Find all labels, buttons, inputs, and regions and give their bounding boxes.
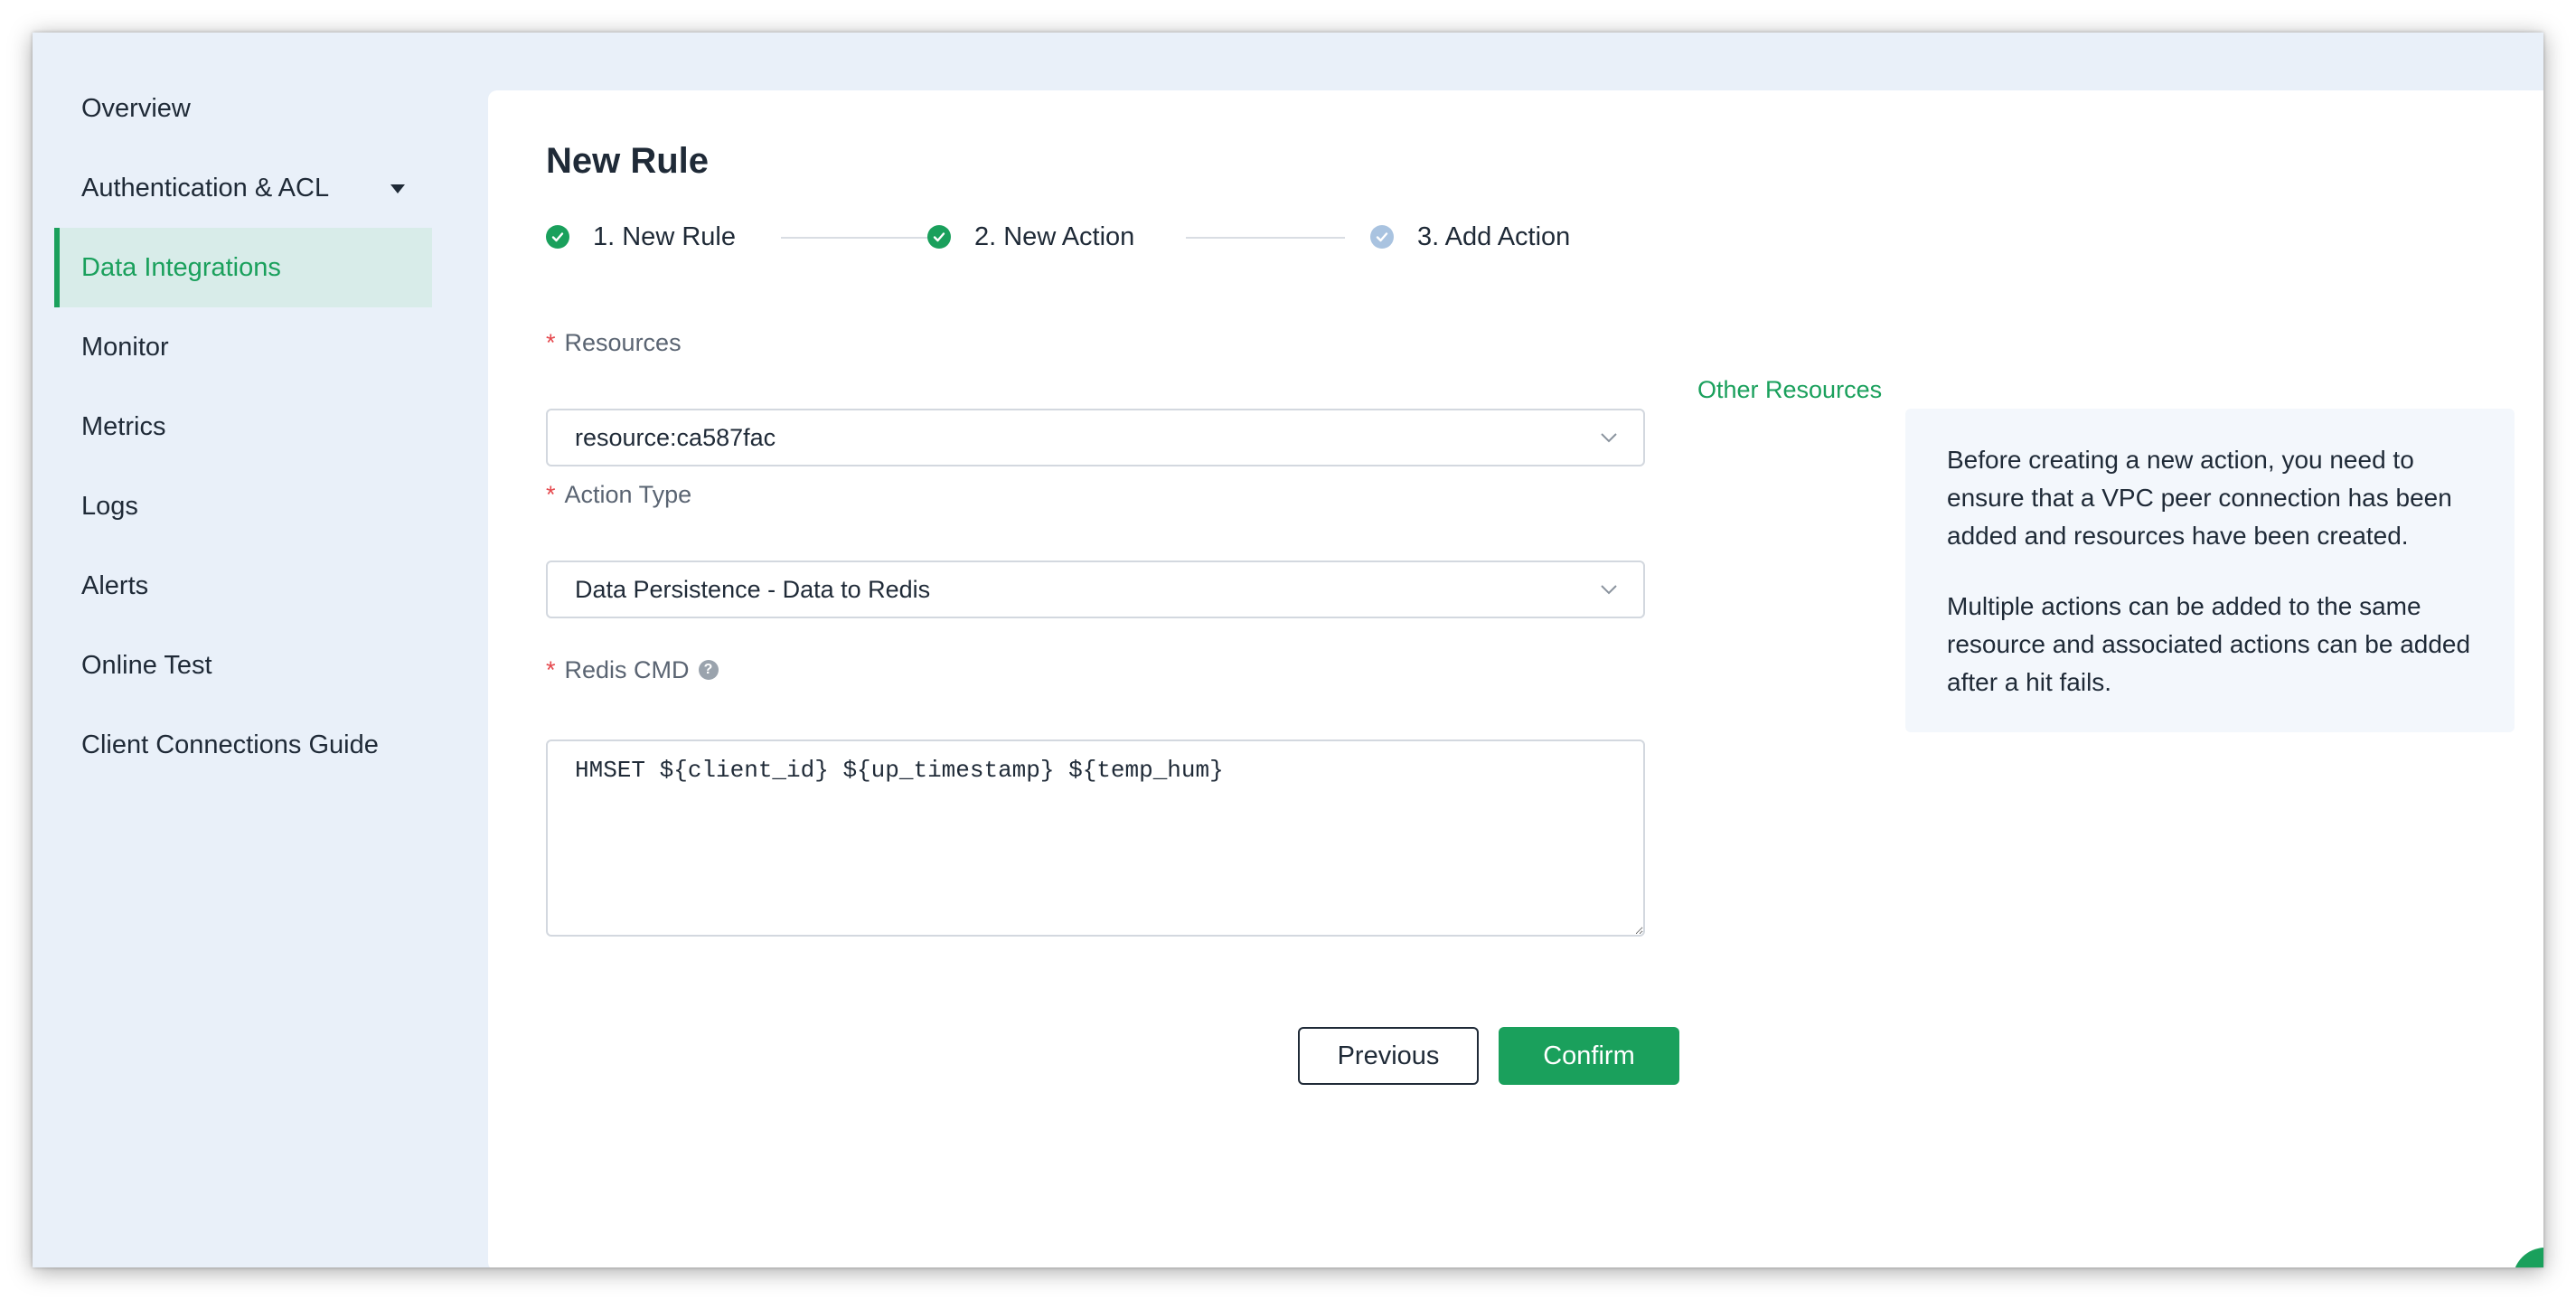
- sidebar-item-label: Online Test: [81, 650, 212, 680]
- sidebar-item-label: Monitor: [81, 332, 169, 362]
- other-resources-link[interactable]: Other Resources: [1697, 376, 1882, 404]
- step-new-action: 2. New Action: [927, 219, 1134, 255]
- sidebar: Overview Authentication & ACL Data Integ…: [33, 33, 457, 1267]
- sidebar-item-data-integrations[interactable]: Data Integrations: [54, 228, 432, 307]
- sidebar-item-label: Client Connections Guide: [81, 730, 379, 759]
- sidebar-item-overview[interactable]: Overview: [54, 69, 432, 148]
- info-box: Before creating a new action, you need t…: [1905, 409, 2515, 732]
- app-window: Overview Authentication & ACL Data Integ…: [33, 33, 2543, 1267]
- info-paragraph: Before creating a new action, you need t…: [1947, 446, 2452, 550]
- sidebar-item-label: Alerts: [81, 570, 149, 600]
- redis-cmd-input[interactable]: HMSET ${client_id} ${up_timestamp} ${tem…: [546, 739, 1645, 937]
- resources-label: * Resources: [546, 329, 682, 356]
- step-label: 1. New Rule: [593, 221, 736, 251]
- sidebar-item-label: Data Integrations: [81, 252, 281, 282]
- sidebar-item-label: Logs: [81, 491, 138, 521]
- caret-down-icon[interactable]: [390, 184, 405, 193]
- resources-value: resource:ca587fac: [575, 423, 776, 451]
- step-connector: [1186, 237, 1345, 239]
- sidebar-item-logs[interactable]: Logs: [54, 466, 432, 546]
- sidebar-item-online-test[interactable]: Online Test: [54, 626, 432, 705]
- required-marker: *: [546, 329, 556, 356]
- sidebar-item-label: Overview: [81, 93, 191, 123]
- action-type-label: * Action Type: [546, 481, 692, 508]
- chevron-down-icon: [1601, 433, 1617, 443]
- sidebar-item-alerts[interactable]: Alerts: [54, 546, 432, 626]
- resources-select[interactable]: resource:ca587fac: [546, 409, 1645, 466]
- sidebar-item-metrics[interactable]: Metrics: [54, 387, 432, 466]
- check-circle-icon: [927, 225, 951, 249]
- sidebar-item-monitor[interactable]: Monitor: [54, 307, 432, 387]
- action-type-select[interactable]: Data Persistence - Data to Redis: [546, 561, 1645, 618]
- check-circle-icon: [1370, 225, 1394, 249]
- step-connector: [781, 237, 940, 239]
- check-circle-icon: [546, 225, 569, 249]
- step-add-action: 3. Add Action: [1370, 219, 1570, 255]
- required-marker: *: [546, 656, 556, 683]
- sidebar-item-label: Authentication & ACL: [81, 173, 330, 203]
- step-label: 2. New Action: [974, 221, 1135, 251]
- question-circle-icon[interactable]: ?: [698, 659, 719, 680]
- chevron-down-icon: [1601, 585, 1617, 595]
- main-card: New Rule 1. New Rule 2. New Action 3. Ad…: [488, 90, 2543, 1267]
- redis-cmd-label: * Redis CMD?: [546, 656, 719, 684]
- step-label: 3. Add Action: [1417, 221, 1571, 251]
- sidebar-item-client-connections-guide[interactable]: Client Connections Guide: [54, 705, 432, 785]
- page-title: New Rule: [546, 141, 710, 181]
- sidebar-item-label: Metrics: [81, 411, 166, 441]
- step-new-rule: 1. New Rule: [546, 219, 736, 255]
- previous-button[interactable]: Previous: [1298, 1027, 1479, 1085]
- hand-pointer-icon: [2527, 1262, 2543, 1267]
- required-marker: *: [546, 481, 556, 508]
- confirm-button[interactable]: Confirm: [1499, 1027, 1679, 1085]
- action-type-value: Data Persistence - Data to Redis: [575, 575, 931, 603]
- sidebar-item-authentication-acl[interactable]: Authentication & ACL: [54, 148, 432, 228]
- info-paragraph: Multiple actions can be added to the sam…: [1947, 592, 2471, 696]
